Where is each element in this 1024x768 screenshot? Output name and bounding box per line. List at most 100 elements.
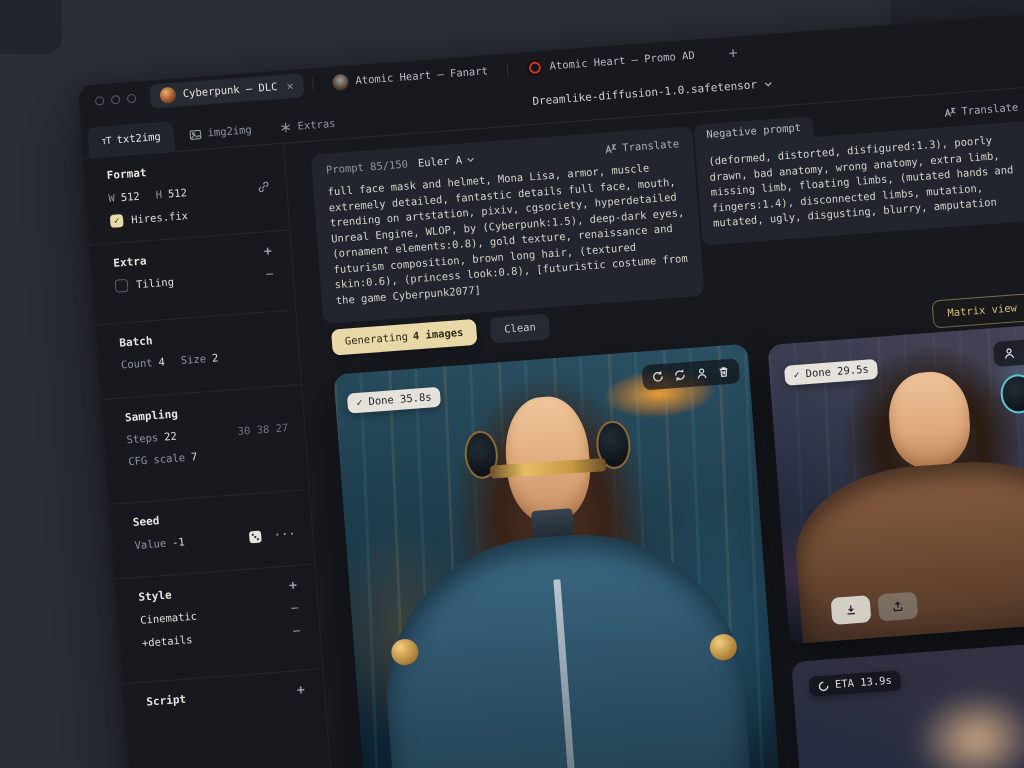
tab-avatar-icon [526, 59, 543, 76]
close-tab-icon[interactable]: × [286, 79, 294, 94]
sparkle-icon [279, 121, 292, 134]
remove-style-icon[interactable]: − [287, 602, 302, 616]
check-icon: ✓ [356, 397, 363, 408]
add-style-icon[interactable]: + [286, 579, 301, 593]
window-minimize-button[interactable] [111, 94, 121, 104]
script-title: Script [146, 693, 187, 709]
window-controls[interactable] [95, 93, 137, 105]
image-art-blurred [791, 638, 1024, 768]
download-button[interactable] [831, 595, 872, 625]
cfg-row: CFG scale 7 [128, 444, 290, 468]
spinner-icon [818, 680, 830, 692]
style-title: Style [138, 588, 172, 603]
steps-history[interactable]: 30 38 27 [237, 422, 288, 438]
style-section: Style + Cinematic − +details − [115, 565, 322, 685]
translate-icon [604, 142, 618, 156]
person-icon[interactable] [695, 367, 709, 381]
tab-separator [506, 63, 508, 77]
remove-style-icon[interactable]: − [289, 625, 304, 639]
model-name: Dreamlike-diffusion-1.0.safetensor [532, 78, 758, 108]
seed-title: Seed [132, 504, 295, 529]
format-section: Format W 512 H 512 ✓ Hires.fix [83, 143, 289, 246]
size-label: Size [180, 353, 206, 367]
app-window: Cyberpunk – DLC × Atomic Heart – Fanart … [78, 0, 1024, 768]
generated-image-2[interactable]: ✓ Done 29.5s [767, 321, 1024, 644]
extra-title: Extra [113, 254, 147, 269]
style-item-label[interactable]: +details [142, 633, 193, 649]
random-seed-dice-icon[interactable] [248, 529, 263, 544]
refresh-icon[interactable] [651, 370, 665, 384]
seed-more-icon[interactable]: ··· [274, 528, 297, 542]
clean-button[interactable]: Clean [489, 313, 550, 343]
seed-row: Value -1 ··· [134, 527, 297, 553]
share-icon [891, 600, 905, 614]
height-value[interactable]: 512 [168, 187, 188, 200]
sampler-dropdown[interactable]: Euler A [417, 153, 475, 169]
sampling-title: Sampling [125, 399, 288, 424]
person-icon[interactable] [1002, 346, 1016, 360]
tab-separator [312, 77, 314, 91]
translate-button[interactable]: Translate [604, 137, 680, 156]
background-card-top-left [0, 0, 62, 54]
chevron-down-icon [764, 80, 773, 87]
share-button[interactable] [877, 592, 918, 622]
format-title: Format [106, 157, 269, 182]
tiling-label: Tiling [136, 276, 175, 291]
tab-avatar-icon [159, 87, 176, 104]
check-icon: ✓ [793, 369, 800, 380]
width-value[interactable]: 512 [120, 190, 140, 203]
tab-avatar-icon [332, 74, 349, 91]
seed-value[interactable]: -1 [172, 536, 186, 549]
window-maximize-button[interactable] [127, 93, 137, 103]
remove-tiling-icon[interactable]: − [262, 268, 277, 282]
steps-value[interactable]: 22 [164, 431, 178, 444]
new-tab-button[interactable]: + [728, 45, 738, 61]
model-selector[interactable]: Dreamlike-diffusion-1.0.safetensor [532, 77, 773, 108]
tab-label: Atomic Heart – Promo AD [549, 50, 695, 73]
add-script-icon[interactable]: + [293, 683, 308, 697]
window-close-button[interactable] [95, 96, 105, 106]
style-item-label[interactable]: Cinematic [140, 610, 198, 626]
negative-prompt-textarea[interactable]: (deformed, distorted, disfigured:1.3), p… [708, 132, 1024, 233]
hires-row: ✓ Hires.fix [110, 203, 273, 228]
translate-button[interactable]: Translate [943, 101, 1019, 120]
main-content: Prompt 85/150 Euler A Translate full fac… [284, 64, 1024, 768]
style-item: +details − [141, 625, 304, 650]
prompt-textarea[interactable]: full face mask and helmet, Mona Lisa, ar… [327, 159, 689, 309]
size-value[interactable]: 2 [212, 352, 219, 364]
tiling-checkbox[interactable] [115, 279, 129, 293]
link-dimensions-icon[interactable] [257, 180, 271, 194]
desktop-background: Cyberpunk – DLC × Atomic Heart – Fanart … [0, 0, 1024, 768]
script-section: Script + [123, 669, 331, 768]
generating-image-3[interactable]: ETA 13.9s [791, 638, 1024, 768]
extra-section: Extra + Tiling − [90, 231, 295, 326]
sampling-section: Sampling Steps 22 30 38 27 CFG scale 7 [102, 385, 309, 505]
style-item: Cinematic − [140, 602, 303, 627]
matrix-view-button[interactable]: Matrix view [931, 293, 1024, 328]
prompt-counter: Prompt 85/150 [326, 158, 409, 176]
steps-label: Steps [126, 432, 158, 446]
image-icon [188, 127, 202, 141]
count-value[interactable]: 4 [158, 356, 165, 368]
chevron-down-icon [467, 156, 475, 163]
width-label: W [108, 192, 115, 204]
add-extra-icon[interactable]: + [260, 245, 275, 259]
prompt-panel: Prompt 85/150 Euler A Translate full fac… [311, 126, 705, 324]
steps-row: Steps 22 30 38 27 [126, 422, 288, 446]
hires-checkbox[interactable]: ✓ [110, 214, 124, 228]
cfg-value[interactable]: 7 [191, 451, 198, 463]
image-toolbar [993, 338, 1024, 367]
generate-button[interactable]: Generating 4 images [331, 319, 477, 356]
variation-icon[interactable] [673, 368, 687, 382]
negative-prompt-panel: Negative prompt Translate (deformed, dis… [694, 99, 1024, 245]
tab-label: Atomic Heart – Fanart [355, 65, 488, 87]
batch-title: Batch [119, 324, 282, 349]
trash-icon[interactable] [717, 365, 731, 379]
generated-image-1[interactable]: ✓ Done 35.8s [333, 344, 783, 768]
translate-icon [943, 105, 957, 119]
height-label: H [155, 189, 162, 201]
tiling-row: Tiling − [115, 268, 278, 293]
batch-row: Count 4 Size 2 [121, 347, 283, 371]
count-label: Count [121, 357, 153, 371]
seed-value-label: Value [134, 538, 166, 552]
